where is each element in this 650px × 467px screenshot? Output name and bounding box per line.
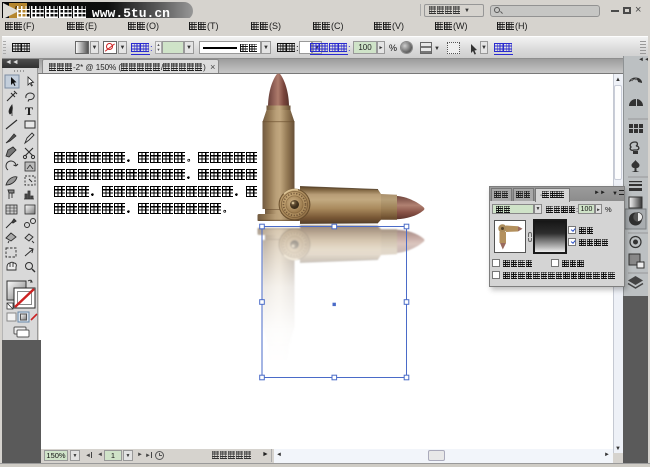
svg-text:T: T (25, 104, 33, 118)
